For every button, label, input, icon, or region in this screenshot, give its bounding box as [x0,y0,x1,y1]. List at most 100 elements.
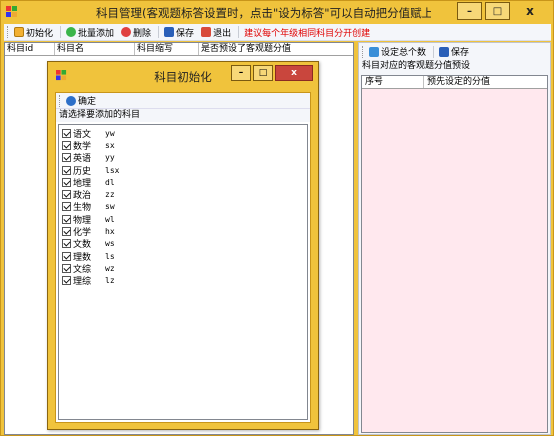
confirm-icon [66,95,76,106]
maximize-button[interactable]: □ [485,2,510,20]
subject-code: wz [105,263,115,273]
save-icon [164,27,175,37]
app-icon [6,6,17,17]
toolbar-separator [433,45,435,58]
save-icon [439,46,450,57]
confirm-label: 确定 [78,97,97,107]
toolbar-grip[interactable] [362,45,365,58]
column-index[interactable]: 序号 [362,76,424,88]
subject-name: 英语 [73,154,92,165]
hint-text: 建议每个年级相同科目分开创建 [244,28,371,39]
toolbar-separator [60,26,62,38]
window-controls: – □ x [457,2,547,20]
subject-check-list[interactable]: 语文 yw 数学 sx 英语 yy 历史 lsx 地理 dl 政治 zz 生物 sw 物理 wl 化学 hx 文数 w… [58,124,308,420]
delete-icon [121,27,132,37]
main-window: 科目管理(客观题标答设置时，点击"设为标答"可以自动把分值赋上) – □ x 初… [0,0,554,436]
init-icon [14,27,24,37]
subject-name: 地理 [73,178,92,189]
checkbox[interactable] [62,214,71,224]
maximize-icon: □ [258,68,268,78]
subject-check-item[interactable]: 数学 sx [62,139,307,152]
init-button[interactable]: 初始化 [14,26,53,39]
column-subject-name[interactable]: 科目名 [55,43,135,55]
minimize-button[interactable]: – [457,2,482,20]
subject-check-item[interactable]: 地理 dl [62,176,307,189]
save-button[interactable]: 保存 [164,26,194,39]
checkbox[interactable] [62,153,71,163]
checkbox[interactable] [62,190,71,200]
subject-name: 政治 [73,191,92,202]
checkbox[interactable] [62,128,71,138]
init-dialog: 科目初始化 – □ x 确定 请选择要添加的科目 语文 yw 数学 sx 英语 yy 历史 l… [47,61,319,430]
preset-toolbar: 设定总个数 保存 [359,43,550,60]
subject-check-item[interactable]: 理数 ls [62,250,307,263]
subject-code: wl [105,214,115,224]
preset-grid[interactable]: 序号 预先设定的分值 [361,75,548,433]
subject-check-item[interactable]: 理综 lz [62,275,307,287]
subject-code: sw [105,202,115,212]
subject-check-item[interactable]: 物理 wl [62,213,307,226]
column-preset-score[interactable]: 预先设定的分值 [424,76,547,88]
dialog-title: 科目初始化 [154,70,212,84]
subject-check-item[interactable]: 历史 lsx [62,164,307,177]
subject-code: yw [105,128,115,138]
subject-name: 生物 [73,203,92,214]
dialog-prompt: 请选择要添加的科目 [56,109,310,122]
toolbar-separator [238,26,240,38]
checkbox[interactable] [62,165,71,175]
close-button[interactable]: x [513,2,547,20]
exit-button[interactable]: 退出 [201,26,231,39]
column-subject-id[interactable]: 科目id [5,43,55,55]
checkbox[interactable] [62,140,71,150]
title-bar[interactable]: 科目管理(客观题标答设置时，点击"设为标答"可以自动把分值赋上) – □ x [1,1,553,23]
dialog-body: 确定 请选择要添加的科目 语文 yw 数学 sx 英语 yy 历史 lsx 地理 dl 政治 zz 生物… [55,92,311,423]
set-count-button[interactable]: 设定总个数 [369,45,426,58]
toolbar-grip[interactable] [7,26,10,38]
subject-name: 化学 [73,228,92,239]
dialog-maximize-button[interactable]: □ [253,65,273,81]
column-preset-flag[interactable]: 是否预设了客观题分值 [199,43,349,55]
checkbox[interactable] [62,227,71,237]
subject-name: 理数 [73,252,92,263]
subject-check-item[interactable]: 文数 ws [62,238,307,250]
confirm-button[interactable]: 确定 [66,94,96,107]
app-icon [56,70,67,81]
checkbox[interactable] [62,276,71,286]
checkbox[interactable] [62,263,71,273]
set-count-label: 设定总个数 [381,48,427,58]
toolbar-separator [158,26,160,38]
subject-code: ws [105,239,115,249]
subject-check-item[interactable]: 化学 hx [62,225,307,239]
checkbox[interactable] [62,239,71,249]
subject-code: sx [105,140,115,150]
subject-code: dl [105,177,115,187]
set-count-icon [369,46,379,57]
minimize-icon: – [467,5,472,17]
checkbox[interactable] [62,177,71,187]
maximize-icon: □ [492,5,503,17]
init-label: 初始化 [26,28,54,39]
subject-name: 理综 [73,277,92,288]
subject-check-item[interactable]: 文综 wz [62,262,307,275]
delete-button[interactable]: 删除 [121,26,151,39]
subject-check-item[interactable]: 生物 sw [62,201,307,213]
subject-grid-header: 科目id 科目名 科目缩写 是否预设了客观题分值 [5,43,353,56]
batch-add-button[interactable]: 批量添加 [66,26,114,39]
dialog-close-button[interactable]: x [275,65,313,81]
toolbar-grip[interactable] [59,94,62,107]
checkbox[interactable] [62,202,71,212]
column-subject-abbr[interactable]: 科目缩写 [135,43,199,55]
subject-check-item[interactable]: 语文 yw [62,127,307,140]
subject-check-item[interactable]: 英语 yy [62,152,307,164]
exit-label: 退出 [213,28,232,39]
score-preset-panel: 设定总个数 保存 科目对应的客观题分值预设 序号 预先设定的分值 [358,42,551,435]
minimize-icon: – [238,68,244,78]
subject-check-item[interactable]: 政治 zz [62,188,307,202]
checkbox[interactable] [62,251,71,261]
close-icon: x [291,68,297,78]
dialog-minimize-button[interactable]: – [231,65,251,81]
dialog-title-bar[interactable]: 科目初始化 – □ x [48,62,318,87]
preset-save-button[interactable]: 保存 [439,45,469,58]
main-toolbar: 初始化 批量添加 删除 保存 退出 建议每个年级相同科目分开创建 [4,24,551,41]
batch-add-label: 批量添加 [78,28,115,39]
